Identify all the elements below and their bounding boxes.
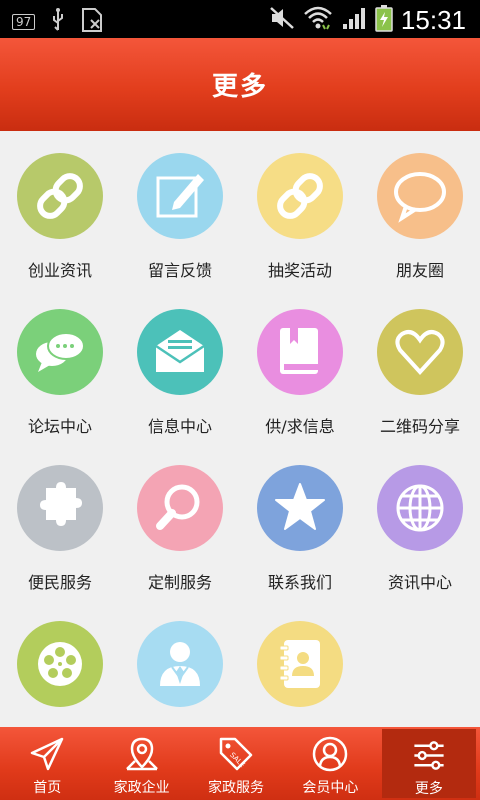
user-circle-icon bbox=[313, 736, 348, 772]
bottom-tab-bar: 首页 家政企业 SALE 家政服务 会员中心 更多 bbox=[0, 727, 480, 800]
grid-item-qr-share[interactable]: 二维码分享 bbox=[360, 287, 480, 443]
grid-item-label: 论坛中心 bbox=[27, 417, 92, 436]
grid-item-forum[interactable]: 论坛中心 bbox=[0, 287, 120, 443]
link-icon bbox=[277, 173, 323, 219]
sliders-icon bbox=[414, 741, 444, 770]
grid-item-circle bbox=[377, 309, 463, 395]
grid-item-circle bbox=[137, 153, 223, 239]
map-pin-icon bbox=[125, 737, 158, 771]
tab-label: 首页 bbox=[33, 780, 62, 796]
grid-item-circle bbox=[257, 309, 343, 395]
person-icon bbox=[160, 642, 200, 686]
feature-grid: 创业资讯 留言反馈 抽奖活动 朋友圈 论坛中心 信息中心 供/求信息 二维码分享… bbox=[0, 131, 480, 727]
page-title: 更多 bbox=[211, 72, 268, 102]
chat-icon bbox=[36, 332, 85, 372]
svg-text:SALE: SALE bbox=[228, 751, 246, 769]
envelope-icon bbox=[155, 330, 205, 372]
contacts-icon bbox=[279, 640, 320, 688]
grid-item-circle bbox=[257, 621, 343, 707]
star-icon bbox=[275, 483, 325, 530]
grid-item-moments[interactable]: 朋友圈 bbox=[360, 131, 480, 287]
tab-label: 家政服务 bbox=[208, 780, 265, 796]
tab-more[interactable]: 更多 bbox=[381, 729, 477, 798]
tab-label: 会员中心 bbox=[302, 780, 359, 796]
film-reel-icon bbox=[38, 642, 82, 686]
grid-item-label: 创业资讯 bbox=[27, 261, 92, 280]
signal-icon bbox=[341, 5, 367, 35]
grid-item-circle bbox=[137, 465, 223, 551]
globe-icon bbox=[396, 484, 444, 532]
grid-item-circle bbox=[17, 309, 103, 395]
sale-tag-icon: SALE bbox=[219, 737, 253, 771]
notification-badge: 97 bbox=[12, 14, 36, 30]
grid-item-label: 信息中心 bbox=[147, 417, 212, 436]
edit-icon bbox=[156, 174, 204, 218]
grid-item-info-center[interactable]: 信息中心 bbox=[120, 287, 240, 443]
grid-item-label: 定制服务 bbox=[147, 573, 212, 592]
usb-icon bbox=[49, 8, 67, 36]
grid-item-feedback[interactable]: 留言反馈 bbox=[120, 131, 240, 287]
grid-item-circle bbox=[137, 621, 223, 707]
grid-item-lottery[interactable]: 抽奖活动 bbox=[240, 131, 360, 287]
sim-card-icon bbox=[81, 8, 103, 36]
tab-services[interactable]: SALE 家政服务 bbox=[189, 727, 283, 800]
grid-item-convenience[interactable]: 便民服务 bbox=[0, 443, 120, 599]
book-icon bbox=[280, 328, 318, 374]
header-bar: 更多 bbox=[0, 38, 480, 131]
grid-item-custom-service[interactable]: 定制服务 bbox=[120, 443, 240, 599]
paper-plane-icon bbox=[30, 737, 64, 771]
puzzle-icon bbox=[40, 482, 82, 526]
grid-item-circle bbox=[17, 153, 103, 239]
grid-item-circle bbox=[257, 153, 343, 239]
grid-item-label: 联系我们 bbox=[267, 573, 332, 592]
link-icon bbox=[37, 173, 83, 219]
grid-item-circle bbox=[257, 465, 343, 551]
clock: 15:31 bbox=[400, 4, 466, 35]
tab-label: 更多 bbox=[414, 781, 443, 797]
grid-item-startup-news[interactable]: 创业资讯 bbox=[0, 131, 120, 287]
grid-item-news-center[interactable]: 资讯中心 bbox=[360, 443, 480, 599]
grid-item-label: 资讯中心 bbox=[387, 573, 452, 592]
grid-item-circle bbox=[377, 153, 463, 239]
grid-item-label: 留言反馈 bbox=[147, 261, 212, 280]
mute-icon bbox=[269, 5, 295, 35]
tab-member-center[interactable]: 会员中心 bbox=[283, 727, 377, 800]
grid-item-circle bbox=[137, 309, 223, 395]
grid-item-circle bbox=[17, 621, 103, 707]
grid-item-label: 朋友圈 bbox=[395, 261, 444, 280]
tab-label: 家政企业 bbox=[113, 780, 170, 796]
grid-item-label: 抽奖活动 bbox=[267, 261, 332, 280]
grid-item-circle bbox=[17, 465, 103, 551]
tab-companies[interactable]: 家政企业 bbox=[94, 727, 188, 800]
grid-item-label: 便民服务 bbox=[27, 573, 92, 592]
heart-icon bbox=[395, 330, 445, 375]
grid-item-label: 供/求信息 bbox=[265, 417, 335, 436]
status-bar: 97 15:31 bbox=[0, 0, 480, 38]
chat-bubble-icon bbox=[394, 172, 446, 223]
grid-item-label: 二维码分享 bbox=[379, 417, 460, 436]
magnifier-icon bbox=[156, 484, 200, 530]
battery-icon bbox=[375, 4, 393, 36]
grid-item-supply-demand[interactable]: 供/求信息 bbox=[240, 287, 360, 443]
grid-item-circle bbox=[377, 465, 463, 551]
tab-home[interactable]: 首页 bbox=[0, 727, 94, 800]
grid-item-contact-us[interactable]: 联系我们 bbox=[240, 443, 360, 599]
wifi-icon bbox=[303, 5, 333, 35]
